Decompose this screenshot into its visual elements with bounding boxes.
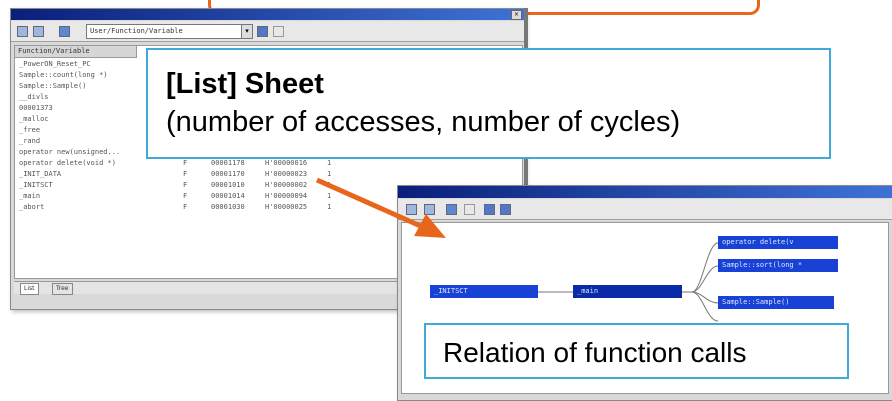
table-cell-range: H'00000023	[265, 170, 308, 178]
back-icon[interactable]	[406, 204, 417, 215]
refresh-icon[interactable]	[257, 26, 268, 37]
forward-icon[interactable]	[424, 204, 435, 215]
table-cell-name: _INIT_DATA	[19, 170, 62, 178]
table-cell-name: operator new(unsigned...	[19, 148, 121, 156]
window-titlebar: ×	[11, 9, 524, 20]
table-cell-addr: 00001170	[211, 170, 245, 178]
table-cell-range: H'00000025	[265, 203, 308, 211]
table-cell-type: F	[183, 181, 188, 189]
callout-subtitle: (number of accesses, number of cycles)	[166, 106, 681, 138]
table-cell-count: 1	[327, 159, 332, 167]
expand-icon[interactable]	[484, 204, 495, 215]
relation-callout: Relation of function calls	[424, 323, 849, 379]
table-cell-name: _PowerON_Reset_PC	[19, 60, 91, 68]
callout-title: [List] Sheet	[166, 68, 324, 100]
table-cell-name: 00001373	[19, 104, 53, 112]
relation-callout-text: Relation of function calls	[443, 337, 747, 368]
table-cell-name: _free	[19, 126, 41, 134]
settings-icon[interactable]	[464, 204, 475, 215]
table-cell-name: _malloc	[19, 115, 49, 123]
view-icon[interactable]	[59, 26, 70, 37]
settings-icon[interactable]	[273, 26, 284, 37]
table-cell-addr: 00001030	[211, 203, 245, 211]
table-cell-count: 1	[327, 203, 332, 211]
table-cell-type: F	[183, 159, 188, 167]
table-cell-name: operator delete(void *)	[19, 159, 116, 167]
table-cell-addr: 00001014	[211, 192, 245, 200]
table-row[interactable]: operator delete(void *) F 00001178 H'000000…	[15, 158, 520, 169]
table-cell-addr: 00001178	[211, 159, 245, 167]
column-header-function[interactable]: Function/Variable	[15, 46, 137, 58]
table-cell-type: F	[183, 170, 188, 178]
tab-tree[interactable]: Tree	[52, 283, 73, 295]
table-cell-range: H'00000002	[265, 181, 308, 189]
table-cell-name: Sample::count(long *)	[19, 71, 108, 79]
graph-node-child[interactable]: Sample::sort(long *	[718, 259, 838, 272]
graph-node-child[interactable]: operator delete(v	[718, 236, 838, 249]
list-sheet-callout: [List] Sheet (number of accesses, number…	[146, 48, 831, 159]
display-mode-select[interactable]: User/Function/Variable	[86, 24, 243, 39]
table-cell-count: 1	[327, 192, 332, 200]
forward-icon[interactable]	[33, 26, 44, 37]
toolbar: User/Function/Variable ▾	[11, 21, 524, 42]
close-icon[interactable]: ×	[511, 10, 522, 20]
table-cell-range: H'00000094	[265, 192, 308, 200]
table-cell-range: H'00000016	[265, 159, 308, 167]
table-cell-type: F	[183, 203, 188, 211]
tab-list[interactable]: List	[20, 283, 39, 295]
table-cell-name: __divls	[19, 93, 49, 101]
back-icon[interactable]	[17, 26, 28, 37]
table-cell-name: _abort	[19, 203, 45, 211]
table-cell-name: Sample::Sample()	[19, 82, 87, 90]
collapse-icon[interactable]	[500, 204, 511, 215]
table-cell-addr: 00001010	[211, 181, 245, 189]
chevron-down-icon[interactable]: ▾	[241, 24, 253, 39]
table-cell-count: 1	[327, 181, 332, 189]
table-cell-type: F	[183, 192, 188, 200]
toolbar	[398, 199, 892, 220]
view-icon[interactable]	[446, 204, 457, 215]
graph-node-child[interactable]: Sample::Sample()	[718, 296, 834, 309]
graph-node-main[interactable]: _main	[573, 285, 682, 298]
table-cell-name: _INITSCT	[19, 181, 53, 189]
table-cell-count: 1	[327, 170, 332, 178]
table-cell-name: _main	[19, 192, 41, 200]
graph-node-initsct[interactable]: _INITSCT	[430, 285, 538, 298]
table-cell-name: _rand	[19, 137, 41, 145]
table-row[interactable]: _INIT_DATA F 00001170 H'00000023 1	[15, 169, 520, 180]
window-titlebar	[398, 186, 892, 198]
